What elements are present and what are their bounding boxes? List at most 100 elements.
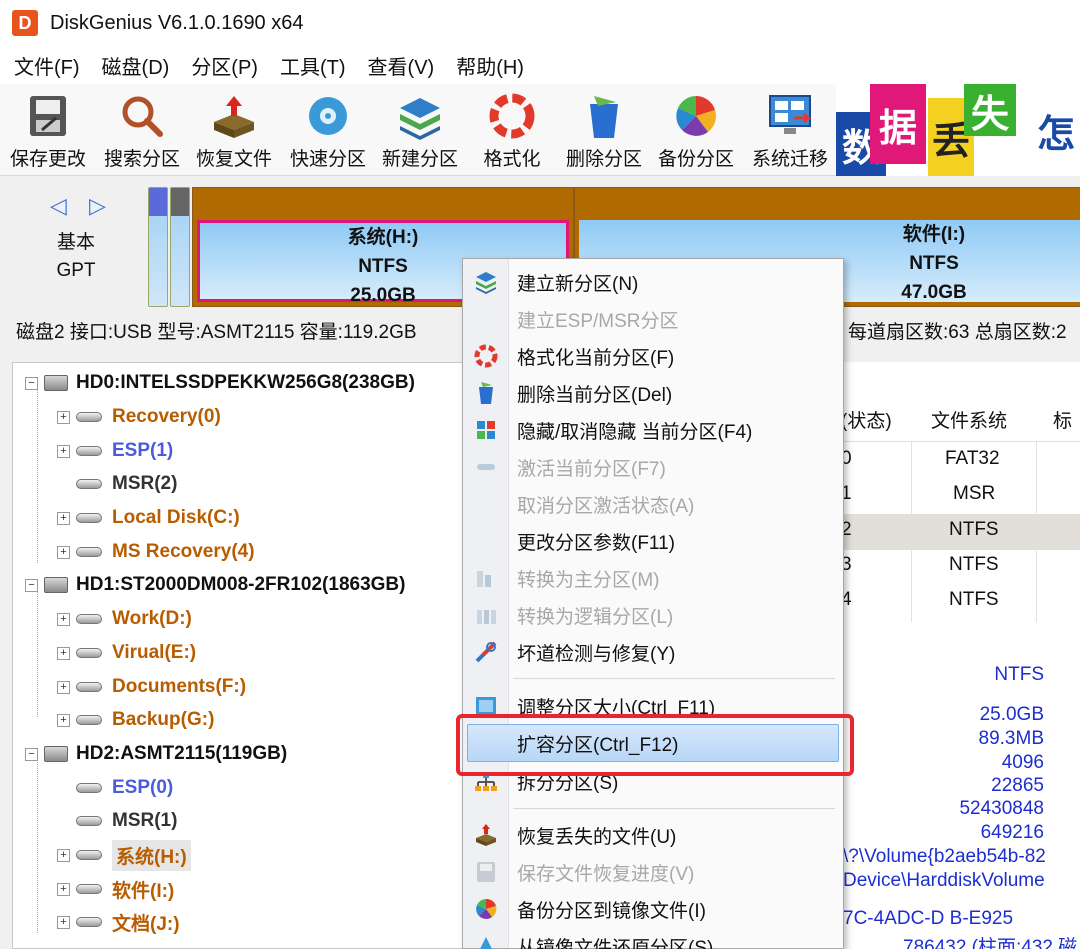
partition-icon <box>76 884 102 894</box>
row-3-fs: NTFS <box>949 554 999 575</box>
tree-partition-recovery[interactable]: + Recovery(0) <box>57 402 221 432</box>
expand-icon[interactable]: + <box>57 646 70 660</box>
recover-icon <box>214 96 254 138</box>
expand-icon[interactable]: + <box>57 444 70 458</box>
expand-icon[interactable]: + <box>57 410 70 424</box>
tree-partition-system-h[interactable]: + 系统(H:) <box>57 839 191 871</box>
partition-context-menu: 建立新分区(N) 建立ESP/MSR分区 格式化当前分区(F) 删除当前分区(D… <box>462 258 844 949</box>
disk-nav-arrows-icon[interactable]: ◁ ▷ <box>50 193 114 219</box>
partition-icon <box>76 783 102 793</box>
partition-icon <box>76 816 102 826</box>
menu-hide-partition[interactable]: 隐藏/取消隐藏 当前分区(F4) <box>463 412 843 448</box>
menu-partition[interactable]: 分区(P) <box>191 51 258 80</box>
menu-create-esp-msr[interactable]: 建立ESP/MSR分区 <box>463 301 843 337</box>
tree-partition-local-c[interactable]: + Local Disk(C:) <box>57 503 240 533</box>
detail-guid: 7C-4ADC-D B-E925 <box>843 908 1013 930</box>
menu-tools[interactable]: 工具(T) <box>280 51 346 80</box>
partition-icon <box>76 479 102 489</box>
tree-partition-msr[interactable]: MSR(2) <box>76 469 177 499</box>
column-filesystem[interactable]: 文件系统 <box>931 402 1007 442</box>
repair-icon <box>475 641 497 663</box>
mini-partition-esp[interactable] <box>148 187 168 307</box>
menu-label: 格式化当前分区(F) <box>517 347 675 369</box>
detail-value-5: 52430848 <box>959 798 1044 819</box>
tree-disk-hd0[interactable]: − HD0:INTELSSDPEKKW256G8(238GB) <box>25 368 415 398</box>
tree-label: Backup(G:) <box>112 709 215 730</box>
tree-partition-ms-recovery[interactable]: + MS Recovery(4) <box>57 537 255 567</box>
tree-partition-virual-e[interactable]: + Virual(E:) <box>57 638 196 668</box>
expand-icon[interactable]: + <box>57 713 70 727</box>
menu-help[interactable]: 帮助(H) <box>456 51 524 80</box>
recover-files-button[interactable]: 恢复文件 <box>188 84 280 176</box>
disk-type-gpt: GPT <box>56 260 96 281</box>
menu-backup-to-image[interactable]: 备份分区到镜像文件(I) <box>463 891 843 927</box>
tree-label: ESP(1) <box>112 440 174 461</box>
menu-deactivate-partition[interactable]: 取消分区激活状态(A) <box>463 486 843 522</box>
format-button[interactable]: 格式化 <box>466 84 558 176</box>
menu-restore-from-image[interactable]: 从镜像文件还原分区(S) <box>463 928 843 949</box>
expand-icon[interactable]: + <box>57 915 70 929</box>
expand-icon[interactable]: + <box>57 612 70 626</box>
partition-icon <box>76 850 102 860</box>
collapse-icon[interactable]: − <box>25 578 38 592</box>
menu-separator <box>513 808 835 809</box>
row-0-fs: FAT32 <box>945 448 1000 469</box>
migrate-icon <box>769 95 812 134</box>
save-changes-button[interactable]: 保存更改 <box>2 84 94 176</box>
tree-partition-documents-f[interactable]: + Documents(F:) <box>57 672 246 702</box>
tree-partition-esp-0[interactable]: ESP(0) <box>76 773 173 803</box>
detail-value-6: 649216 <box>980 822 1044 843</box>
menu-recover-lost-files[interactable]: 恢复丢失的文件(U) <box>463 817 843 853</box>
menu-view[interactable]: 查看(V) <box>368 51 435 80</box>
detail-value-1: 25.0GB <box>979 704 1044 725</box>
partition-icon <box>76 614 102 624</box>
ad-banner[interactable]: 数 据 丢 失 怎 <box>836 84 1080 176</box>
disk-info-right: 每道扇区数:63 总扇区数:2 <box>848 322 1067 343</box>
tree-partition-backup-g[interactable]: + Backup(G:) <box>57 705 214 735</box>
expand-icon[interactable]: + <box>57 545 70 559</box>
menu-disk[interactable]: 磁盘(D) <box>102 51 170 80</box>
expand-icon[interactable]: + <box>57 848 70 862</box>
tree-partition-software-i[interactable]: + 软件(I:) <box>57 874 174 904</box>
partition-system-name: 系统(H:) <box>347 227 419 248</box>
menu-convert-primary[interactable]: 转换为主分区(M) <box>463 560 843 596</box>
tree-label: HD2:ASMT2115(119GB) <box>76 743 288 764</box>
new-partition-button[interactable]: 新建分区 <box>374 84 466 176</box>
menu-change-parameters[interactable]: 更改分区参数(F11) <box>463 523 843 559</box>
menu-format-partition[interactable]: 格式化当前分区(F) <box>463 338 843 374</box>
search-partition-button[interactable]: 搜索分区 <box>96 84 188 176</box>
row-4-fs: NTFS <box>949 589 999 610</box>
menu-delete-partition[interactable]: 删除当前分区(Del) <box>463 375 843 411</box>
diskgenius-logo-icon: D <box>12 10 38 36</box>
menu-file[interactable]: 文件(F) <box>14 51 80 80</box>
menu-bad-sector-repair[interactable]: 坏道检测与修复(Y) <box>463 634 843 670</box>
expand-icon[interactable]: + <box>57 882 70 896</box>
partition-icon <box>76 412 102 422</box>
highlight-annotation-box <box>456 714 854 776</box>
menu-label: 建立新分区(N) <box>517 273 639 295</box>
quick-partition-button[interactable]: 快速分区 <box>282 84 374 176</box>
tree-label: ESP(0) <box>112 777 174 798</box>
tree-partition-docs-j[interactable]: + 文档(J:) <box>57 907 180 937</box>
system-migrate-button[interactable]: 系统迁移 <box>744 84 836 176</box>
menu-label: 激活当前分区(F7) <box>517 458 666 480</box>
collapse-icon[interactable]: − <box>25 747 38 761</box>
column-status[interactable]: (状态) <box>841 402 892 442</box>
tree-disk-hd1[interactable]: − HD1:ST2000DM008-2FR102(1863GB) <box>25 570 405 600</box>
delete-partition-button[interactable]: 删除分区 <box>558 84 650 176</box>
menu-save-recovery-progress[interactable]: 保存文件恢复进度(V) <box>463 854 843 890</box>
tree-partition-work-d[interactable]: + Work(D:) <box>57 604 192 634</box>
tree-partition-esp[interactable]: + ESP(1) <box>57 436 173 466</box>
menu-create-partition[interactable]: 建立新分区(N) <box>463 264 843 300</box>
tree-partition-msr-1[interactable]: MSR(1) <box>76 806 177 836</box>
menu-label: 更改分区参数(F11) <box>517 532 675 554</box>
column-label[interactable]: 标 <box>1053 402 1072 442</box>
expand-icon[interactable]: + <box>57 511 70 525</box>
mini-partition-msr[interactable] <box>170 187 190 307</box>
tree-disk-hd2[interactable]: − HD2:ASMT2115(119GB) <box>25 739 287 769</box>
backup-partition-button[interactable]: 备份分区 <box>650 84 742 176</box>
collapse-icon[interactable]: − <box>25 376 38 390</box>
menu-convert-logical[interactable]: 转换为逻辑分区(L) <box>463 597 843 633</box>
expand-icon[interactable]: + <box>57 680 70 694</box>
menu-activate-partition[interactable]: 激活当前分区(F7) <box>463 449 843 485</box>
